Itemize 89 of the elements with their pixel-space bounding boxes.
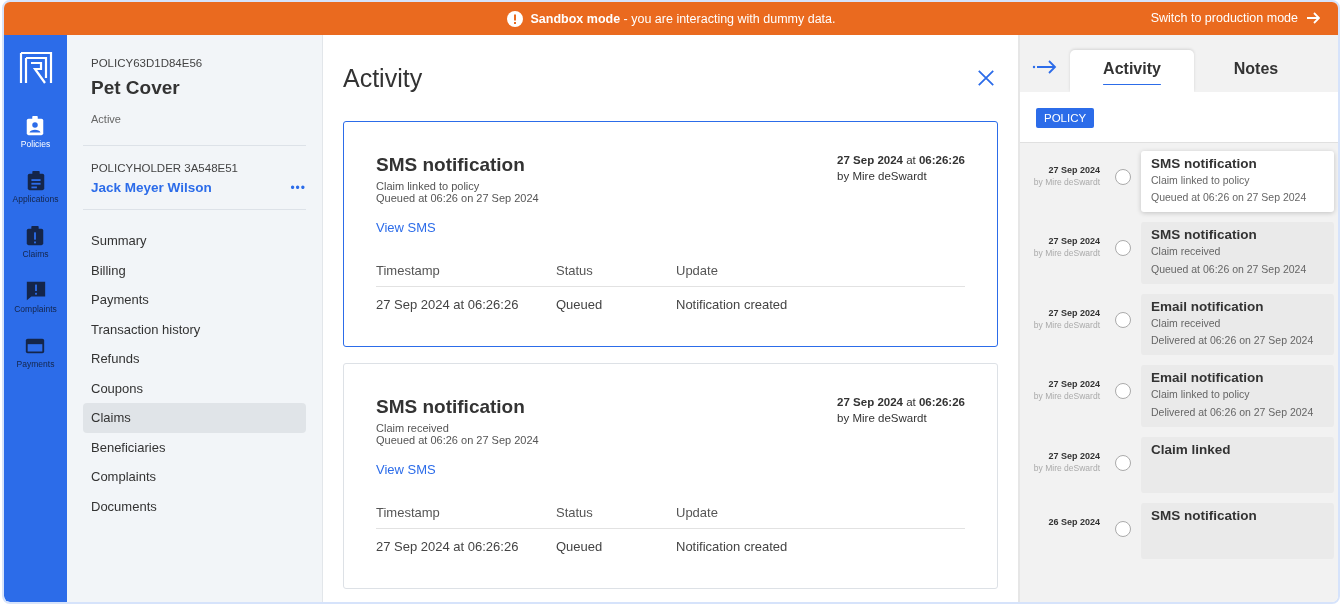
card-detail: Queued at 06:26 on 27 Sep 2024 [376,192,539,204]
view-sms-link[interactable]: View SMS [376,462,436,477]
timeline-author: by Mire deSwardt [1032,462,1100,473]
policy-id: POLICY63D1D84E56 [90,57,204,69]
column-header: Timestamp [376,505,556,529]
timeline-date: 27 Sep 2024 [1047,307,1100,318]
timeline-card[interactable]: Claim linked [1141,436,1334,493]
nav-item[interactable]: Summary [83,226,306,256]
timeline-author: by Mire deSwardt [1032,177,1100,187]
timeline-card[interactable]: SMS notification Claim linked to policy Queued at 06:26 on 27 Sep 2024 [1141,151,1334,213]
timeline-author: by Mire deSwardt [1032,319,1100,330]
card-subtitle: Claim linked to policy [376,180,481,192]
panel-tab[interactable]: Activity [1070,50,1194,92]
timeline-author: by Mire deSwardt [1032,391,1100,402]
card-subtitle: Claim received [376,422,450,434]
table-cell: Queued [556,528,676,564]
timeline-card[interactable]: Email notification Claim linked to policy Delivered at 06:26 on 27 Sep 2024 [1141,365,1334,427]
view-sms-link[interactable]: View SMS [376,220,436,235]
timeline-text: Delivered at 06:26 on 27 Sep 2024 [1151,333,1315,349]
timeline-node [1115,520,1131,537]
column-header: Update [676,505,965,529]
timeline-text: Claim received [1151,244,1222,260]
timeline-node [1115,311,1131,328]
timeline-node [1115,240,1131,257]
card-title: SMS notification [376,154,526,176]
timeline-author: by Mire deSwardt [1032,248,1100,259]
timeline-node [1115,383,1131,400]
column-header: Status [556,263,676,287]
policyholder-id: POLICYHOLDER 3A548E51 [90,162,240,174]
policy-status: Active [90,113,122,125]
timeline-date: 27 Sep 2024 [1047,379,1100,390]
timeline-card[interactable]: Email notification Claim received Delivered at 06:26 on 27 Sep 2024 [1141,293,1334,356]
timeline-text: Queued at 06:26 on 27 Sep 2024 [1151,190,1308,206]
timeline-text: Claim linked to policy [1151,387,1251,403]
nav-item[interactable]: Complaints [83,462,306,492]
card-author: by Mire deSwardt [837,170,928,182]
timeline-date: 26 Sep 2024 [1047,516,1100,527]
arrow-right-icon [1306,11,1320,25]
timeline-text: Queued at 06:26 on 27 Sep 2024 [1151,261,1308,277]
timeline-title: Email notification [1151,298,1265,314]
nav-item[interactable]: Coupons [83,373,306,403]
rail-nav-item[interactable]: Policies [20,115,51,170]
nav-item[interactable]: Payments [83,285,306,315]
card-author: by Mire deSwardt [837,412,928,424]
timeline-card[interactable]: SMS notification Claim received Queued at 06:26 on 27 Sep 2024 [1141,222,1334,284]
more-button[interactable]: ••• [290,180,306,195]
policyholder-link[interactable]: Jack Meyer Wilson [91,180,212,195]
timeline-date: 27 Sep 2024 [1047,236,1100,247]
card-date: 27 Sep 2024 at 06:26:26 [837,396,965,408]
timeline-text: Claim received [1151,315,1222,331]
timeline-title: SMS notification [1151,507,1258,523]
table-cell: 27 Sep 2024 at 06:26:26 [376,528,556,564]
nav-item[interactable]: Beneficiaries [83,432,306,462]
chat-alert-icon [24,280,47,302]
alert-icon [506,10,523,27]
timeline-text: Claim linked to policy [1151,173,1251,188]
close-icon[interactable] [977,69,995,87]
table-cell: 27 Sep 2024 at 06:26:26 [376,286,556,322]
table-cell: Notification created [676,528,965,564]
timeline-card[interactable]: SMS notification [1141,502,1334,559]
table-cell: Notification created [676,286,965,322]
column-header: Update [676,263,965,287]
timeline-title: SMS notification [1151,156,1258,171]
timeline-date: 27 Sep 2024 [1047,450,1100,461]
timeline-text: Delivered at 06:26 on 27 Sep 2024 [1151,404,1315,420]
table-cell: Queued [556,286,676,322]
column-header: Timestamp [376,263,556,287]
banner-message: Sandbox mode - you are interacting with dummy data. [530,11,836,26]
nav-item[interactable]: Refunds [83,344,306,374]
nav-item[interactable]: Claims [83,403,306,433]
timeline-date: 27 Sep 2024 [1047,165,1100,175]
column-header: Status [556,505,676,529]
card-title: SMS notification [376,396,526,418]
card-detail: Queued at 06:26 on 27 Sep 2024 [376,434,539,446]
timeline-node [1115,169,1131,185]
policy-name: Pet Cover [91,77,181,99]
timeline-node [1115,454,1131,471]
policy-filter-tag[interactable]: POLICY [1036,108,1095,128]
panel-tab[interactable]: Notes [1194,50,1318,92]
nav-item[interactable]: Billing [83,255,306,285]
timeline-title: Claim linked [1151,441,1232,457]
nav-item[interactable]: Documents [83,491,306,521]
page-title: Activity [343,63,423,93]
timeline-title: SMS notification [1151,227,1258,243]
arrow-right-icon[interactable] [1032,59,1058,75]
logo-icon [18,51,53,85]
nav-item[interactable]: Transaction history [83,314,306,344]
card-date: 27 Sep 2024 at 06:26:26 [837,154,965,166]
timeline-title: Email notification [1151,370,1265,386]
